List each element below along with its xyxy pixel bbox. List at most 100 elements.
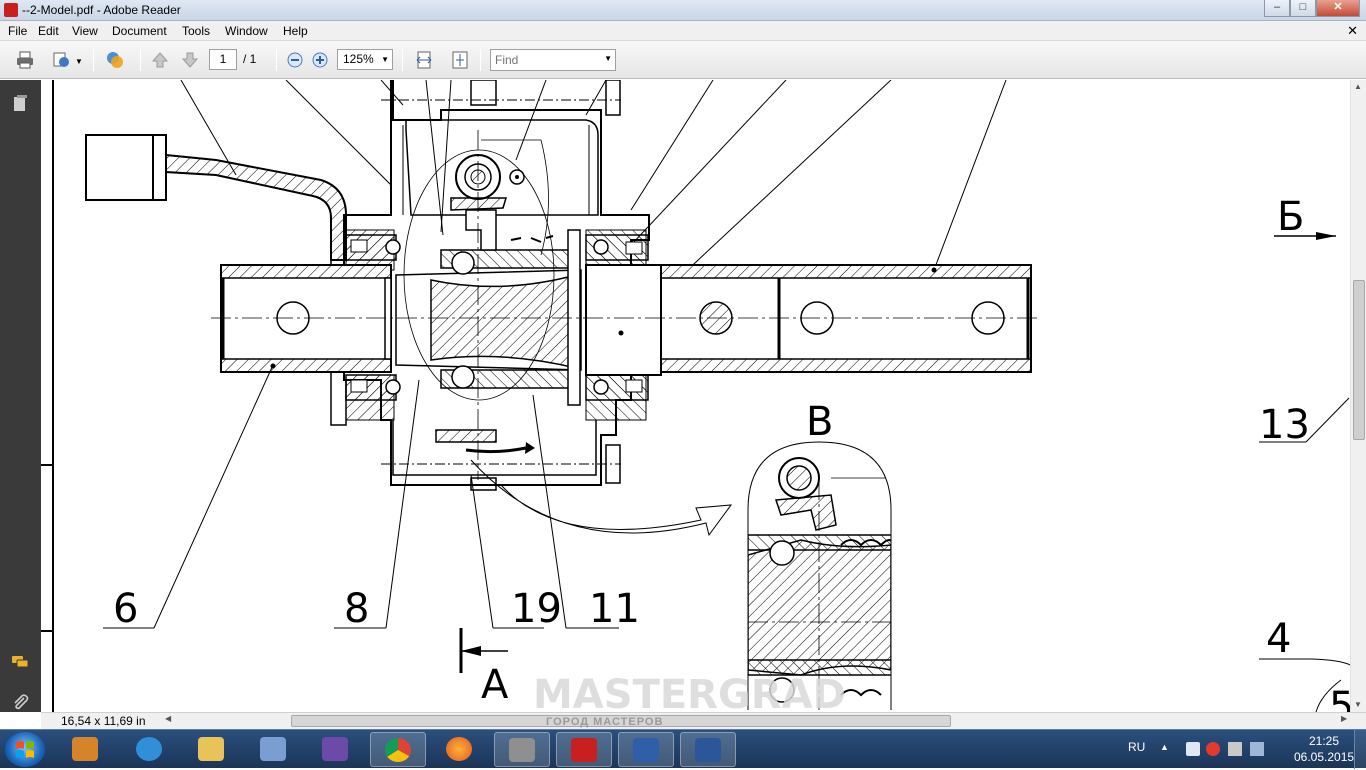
label-13: 13 xyxy=(1259,402,1310,448)
taskbar-word[interactable] xyxy=(680,732,736,767)
label-4: 4 xyxy=(1266,616,1291,662)
label-a: А xyxy=(481,662,509,708)
taskbar-file-explorer[interactable] xyxy=(184,732,240,767)
windows-logo-icon xyxy=(16,741,34,758)
number-leaders xyxy=(103,364,1350,712)
volume-icon[interactable] xyxy=(1186,742,1200,756)
toolbar-separator xyxy=(140,49,141,71)
fit-width-icon[interactable] xyxy=(414,50,434,70)
window-controls: – □ ✕ xyxy=(1264,0,1360,18)
prev-page-icon[interactable] xyxy=(150,50,170,70)
usb-icon[interactable] xyxy=(1228,742,1242,756)
taskbar-chrome[interactable] xyxy=(370,732,426,767)
device-icon xyxy=(509,738,535,762)
comments-icon[interactable] xyxy=(10,652,30,672)
vertical-scroll-thumb[interactable] xyxy=(1353,280,1365,440)
taskbar-visual-studio[interactable] xyxy=(308,732,364,767)
collaborate-icon[interactable] xyxy=(105,50,125,70)
show-desktop-button[interactable] xyxy=(1354,730,1366,769)
menu-edit[interactable]: Edit xyxy=(38,24,59,38)
clock-date[interactable]: 06.05.2015 xyxy=(1294,750,1354,764)
label-detail-v: В xyxy=(806,399,833,445)
taskbar-firefox[interactable] xyxy=(432,732,488,767)
menu-view[interactable]: View xyxy=(72,24,98,38)
fit-page-icon[interactable] xyxy=(450,50,470,70)
pages-icon[interactable] xyxy=(10,94,30,114)
taskbar-device-manager[interactable] xyxy=(494,732,550,767)
taskbar-adobe-reader[interactable] xyxy=(556,732,612,767)
clock-time[interactable]: 21:25 xyxy=(1294,734,1354,748)
menu-help[interactable]: Help xyxy=(283,24,308,38)
tray-expand-icon[interactable]: ▲ xyxy=(1160,742,1174,756)
taskbar: RU ▲ 21:25 06.05.2015 xyxy=(0,729,1366,769)
lever-arm xyxy=(165,153,347,261)
status-bar: 16,54 x 11,69 in ◀ ▶ ГОРОД МАСТЕРОВ xyxy=(41,712,1366,729)
label-cut: 5 xyxy=(1329,684,1350,712)
title-bar: --2-Model.pdf - Adobe Reader – □ ✕ xyxy=(0,0,1366,21)
folder-icon xyxy=(198,737,224,761)
menu-file[interactable]: File xyxy=(8,24,27,38)
zoom-value: 125% xyxy=(343,52,374,66)
page-total: / 1 xyxy=(243,52,257,66)
antivirus-icon[interactable] xyxy=(1206,742,1220,756)
media-player-icon xyxy=(72,737,98,761)
attachment-icon[interactable] xyxy=(10,692,30,712)
chevron-down-icon[interactable]: ▼ xyxy=(381,50,389,69)
print-icon[interactable] xyxy=(15,50,35,70)
scroll-right-icon[interactable]: ▶ xyxy=(1341,714,1347,723)
maximize-button[interactable]: □ xyxy=(1290,0,1316,17)
label-11: 11 xyxy=(589,586,640,632)
find-box[interactable]: ▼ xyxy=(490,49,616,71)
document-view[interactable]: Б 13 В 6 8 19 11 4 А 5 MASTERGRAD xyxy=(41,80,1350,712)
watermark: MASTERGRAD xyxy=(533,672,846,712)
menu-tools[interactable]: Tools xyxy=(182,24,210,38)
zoom-out-icon[interactable] xyxy=(285,50,305,70)
left-shaft xyxy=(220,264,392,373)
toolbar-separator xyxy=(93,49,94,71)
adobe-reader-icon xyxy=(4,3,18,17)
close-button[interactable]: ✕ xyxy=(1316,0,1360,17)
label-19: 19 xyxy=(511,586,562,632)
label-8: 8 xyxy=(344,586,369,632)
start-button[interactable] xyxy=(5,732,45,767)
label-section-b: Б xyxy=(1277,194,1304,240)
word-icon xyxy=(695,738,721,762)
chevron-down-icon[interactable]: ▼ xyxy=(604,54,612,63)
toolbar-separator xyxy=(480,49,481,71)
zoom-in-icon[interactable] xyxy=(310,50,330,70)
menu-document[interactable]: Document xyxy=(112,24,167,38)
zoom-select[interactable]: 125% ▼ xyxy=(337,49,393,70)
visio-icon xyxy=(633,738,659,762)
bolt xyxy=(605,80,621,116)
adobe-reader-icon xyxy=(571,738,597,762)
toolbar: ▼ xyxy=(0,41,1366,79)
rotation-arrow xyxy=(465,446,527,454)
taskbar-internet-explorer[interactable] xyxy=(122,732,178,767)
menu-window[interactable]: Window xyxy=(225,24,268,38)
visual-studio-icon xyxy=(322,737,348,761)
share-icon[interactable] xyxy=(51,50,71,70)
language-indicator[interactable]: RU xyxy=(1128,740,1145,754)
taskbar-visio[interactable] xyxy=(618,732,674,767)
chrome-icon xyxy=(385,738,411,762)
internet-explorer-icon xyxy=(136,737,162,761)
network-icon[interactable] xyxy=(1250,742,1264,756)
scroll-left-icon[interactable]: ◀ xyxy=(165,714,171,723)
page-size-label: 16,54 x 11,69 in xyxy=(61,714,146,728)
toolbar-separator xyxy=(402,49,403,71)
taskbar-paint[interactable] xyxy=(246,732,302,767)
scroll-up-icon[interactable]: ▲ xyxy=(1354,82,1362,91)
toolbar-separator xyxy=(276,49,277,71)
taskbar-media-player[interactable] xyxy=(58,732,114,767)
find-input[interactable] xyxy=(491,50,599,70)
scroll-down-icon[interactable]: ▼ xyxy=(1354,700,1362,709)
minimize-button[interactable]: – xyxy=(1264,0,1290,17)
right-shaft xyxy=(585,264,1032,376)
technical-drawing: Б 13 В 6 8 19 11 4 А 5 MASTERGRAD xyxy=(41,80,1350,712)
share-dropdown-icon[interactable]: ▼ xyxy=(75,57,83,79)
next-page-icon[interactable] xyxy=(180,50,200,70)
vertical-scrollbar[interactable]: ▲ ▼ xyxy=(1350,80,1366,712)
document-close-icon[interactable]: ✕ xyxy=(1347,23,1358,39)
horizontal-scrollbar[interactable]: ◀ ▶ xyxy=(165,714,1351,728)
page-number-input[interactable]: 1 xyxy=(209,49,237,70)
